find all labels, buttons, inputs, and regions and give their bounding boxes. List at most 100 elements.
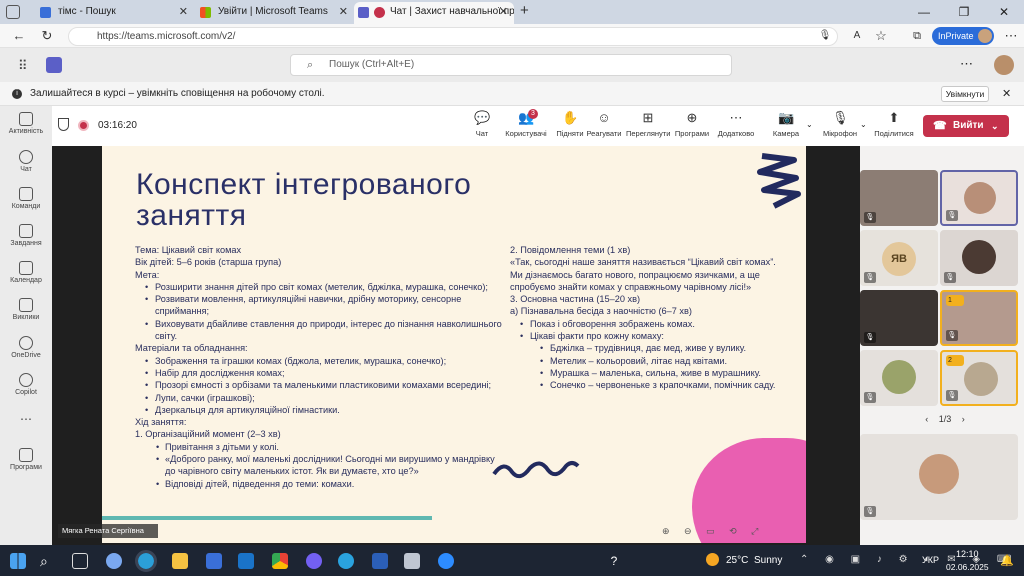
more-options-icon[interactable]: ⋯: [960, 56, 973, 72]
slide-text-line: Цікаві факти про кожну комаху:: [510, 330, 790, 343]
initials-avatar: ЯВ: [882, 242, 916, 276]
tab-search[interactable]: тімс - Пошук ✕: [34, 2, 194, 24]
mic-icon[interactable]: 🎙: [816, 27, 834, 45]
close-window-button[interactable]: ✕: [984, 0, 1024, 24]
search-input[interactable]: ⌕ Пошук (Ctrl+Alt+E): [290, 54, 732, 76]
rail-label: Copilot: [15, 389, 37, 396]
slide-text-line: Тема: Цікавий світ комах: [135, 245, 242, 255]
weather-icon[interactable]: [706, 553, 719, 566]
react-button[interactable]: ☺ Реагувати: [582, 110, 626, 138]
file-explorer-icon[interactable]: [172, 553, 188, 569]
tab-label: Чат | Захист навчальної пр: [390, 6, 514, 17]
participant-tile[interactable]: 🎙: [940, 170, 1018, 226]
start-icon[interactable]: [10, 553, 26, 569]
chat-icon: 💬: [474, 110, 491, 125]
slide-text-line: Прозорі ємності з орбізами та маленькими…: [135, 379, 503, 392]
telegram-icon[interactable]: [338, 553, 354, 569]
enable-notifications-button[interactable]: Увімкнути: [941, 86, 989, 102]
tab-teams-chat[interactable]: Чат | Захист навчальної пр ✕: [354, 2, 514, 24]
more-button[interactable]: ⋯ Додатково: [714, 110, 758, 138]
participant-tile[interactable]: 🎙: [860, 350, 938, 406]
rail-label: Команди: [11, 203, 41, 210]
close-tab-icon[interactable]: ✕: [499, 2, 508, 22]
people-button[interactable]: 👥 Користувачі 3: [504, 109, 548, 138]
user-avatar[interactable]: [994, 55, 1014, 75]
outlook-icon[interactable]: [238, 553, 254, 569]
close-tab-icon[interactable]: ✕: [339, 2, 348, 22]
participant-tile[interactable]: 1 🎙: [940, 290, 1018, 346]
participant-tile[interactable]: ЯВ 🎙: [860, 230, 938, 286]
mic-options-icon[interactable]: ⌄: [860, 120, 867, 129]
phone-icon: [19, 298, 33, 312]
participant-tile[interactable]: 🎙: [860, 170, 938, 226]
tab-teams-login[interactable]: Увійти | Microsoft Teams ✕: [194, 2, 354, 24]
decorative-teal-bar: [102, 516, 432, 520]
camera-button[interactable]: 📷 Камера: [764, 110, 808, 138]
rail-item-activity[interactable]: Активність: [0, 112, 52, 135]
view-button[interactable]: ⊞ Переглянути: [626, 110, 670, 138]
close-tab-icon[interactable]: ✕: [179, 2, 188, 22]
task-view-icon[interactable]: [72, 553, 88, 569]
new-tab-button[interactable]: +: [520, 2, 529, 19]
apps-button[interactable]: ⊕ Програми: [670, 110, 714, 138]
info-icon: i: [12, 89, 22, 99]
search-icon[interactable]: ⌕: [40, 553, 56, 569]
rail-item-assignments[interactable]: Завдання: [0, 224, 52, 247]
dismiss-icon[interactable]: ✕: [1002, 82, 1011, 106]
rail-more-icon[interactable]: ⋯: [0, 412, 52, 426]
slide-text-line: «Доброго ранку, мої маленькі дослідники!…: [135, 453, 503, 478]
mic-button[interactable]: 🎙 Мікрофон: [818, 110, 862, 138]
copilot-icon[interactable]: [106, 553, 122, 569]
rail-item-apps[interactable]: Програми: [0, 448, 52, 471]
rail-item-chat[interactable]: Чат: [0, 150, 52, 173]
camera-options-icon[interactable]: ⌄: [806, 120, 813, 129]
rail-item-onedrive[interactable]: OneDrive: [0, 336, 52, 359]
slide-text-line: 2. Повідомлення теми (1 хв): [510, 245, 631, 255]
back-icon[interactable]: ←: [10, 27, 28, 45]
next-page-icon[interactable]: ›: [962, 414, 965, 424]
leave-button[interactable]: ☎ Вийти ⌄: [923, 115, 1009, 137]
self-view-tile[interactable]: 🎙: [860, 434, 1018, 520]
zoom-icon[interactable]: [438, 553, 454, 569]
chrome-icon[interactable]: [272, 553, 288, 569]
clock-date[interactable]: 02.06.2025: [946, 562, 989, 572]
app-icon[interactable]: [404, 553, 420, 569]
url-text: https://teams.microsoft.com/v2/: [97, 31, 236, 42]
app-launcher-icon[interactable]: ⠿: [18, 58, 28, 74]
share-icon: ⬆: [888, 110, 900, 125]
extensions-icon[interactable]: ⧉: [908, 27, 926, 45]
participant-tile[interactable]: 2 🎙: [940, 350, 1018, 406]
edge-icon[interactable]: [135, 550, 157, 572]
clock-time[interactable]: 12:10: [956, 549, 979, 559]
minimize-button[interactable]: —: [904, 0, 944, 24]
refresh-icon[interactable]: ↻: [38, 27, 56, 45]
slide-text-line: Розширити знання дітей про світ комах (м…: [135, 281, 503, 294]
notifications-icon[interactable]: 🔔: [1000, 554, 1014, 567]
store-icon[interactable]: [206, 553, 222, 569]
rail-label: OneDrive: [11, 352, 41, 359]
chat-button[interactable]: 💬 Чат: [460, 110, 504, 138]
react-label: Реагувати: [586, 129, 622, 138]
rail-item-calendar[interactable]: Календар: [0, 261, 52, 284]
more-icon[interactable]: ⋯: [1002, 27, 1020, 45]
inprivate-badge[interactable]: InPrivate: [932, 27, 994, 45]
word-icon[interactable]: [372, 553, 388, 569]
maximize-button[interactable]: ❐: [944, 0, 984, 24]
participant-tile[interactable]: 🎙: [940, 230, 1018, 286]
url-field[interactable]: https://teams.microsoft.com/v2/: [68, 27, 838, 46]
view-label: Переглянути: [626, 129, 671, 138]
rail-item-calls[interactable]: Виклики: [0, 298, 52, 321]
participant-tile[interactable]: 🎙: [860, 290, 938, 346]
leave-options-icon[interactable]: ⌄: [991, 115, 999, 137]
share-button[interactable]: ⬆ Поділитися: [872, 110, 916, 138]
favorite-icon[interactable]: ☆: [872, 27, 890, 45]
rail-item-copilot[interactable]: Copilot: [0, 373, 52, 396]
language-indicator[interactable]: УКР: [922, 555, 939, 565]
viber-icon[interactable]: [306, 553, 322, 569]
read-aloud-icon[interactable]: A: [848, 27, 866, 45]
rail-item-teams[interactable]: Команди: [0, 187, 52, 210]
hangup-icon: ☎: [933, 120, 947, 132]
tab-actions-icon[interactable]: [6, 5, 20, 19]
help-icon[interactable]: ?: [606, 553, 622, 569]
prev-page-icon[interactable]: ‹: [925, 414, 928, 424]
